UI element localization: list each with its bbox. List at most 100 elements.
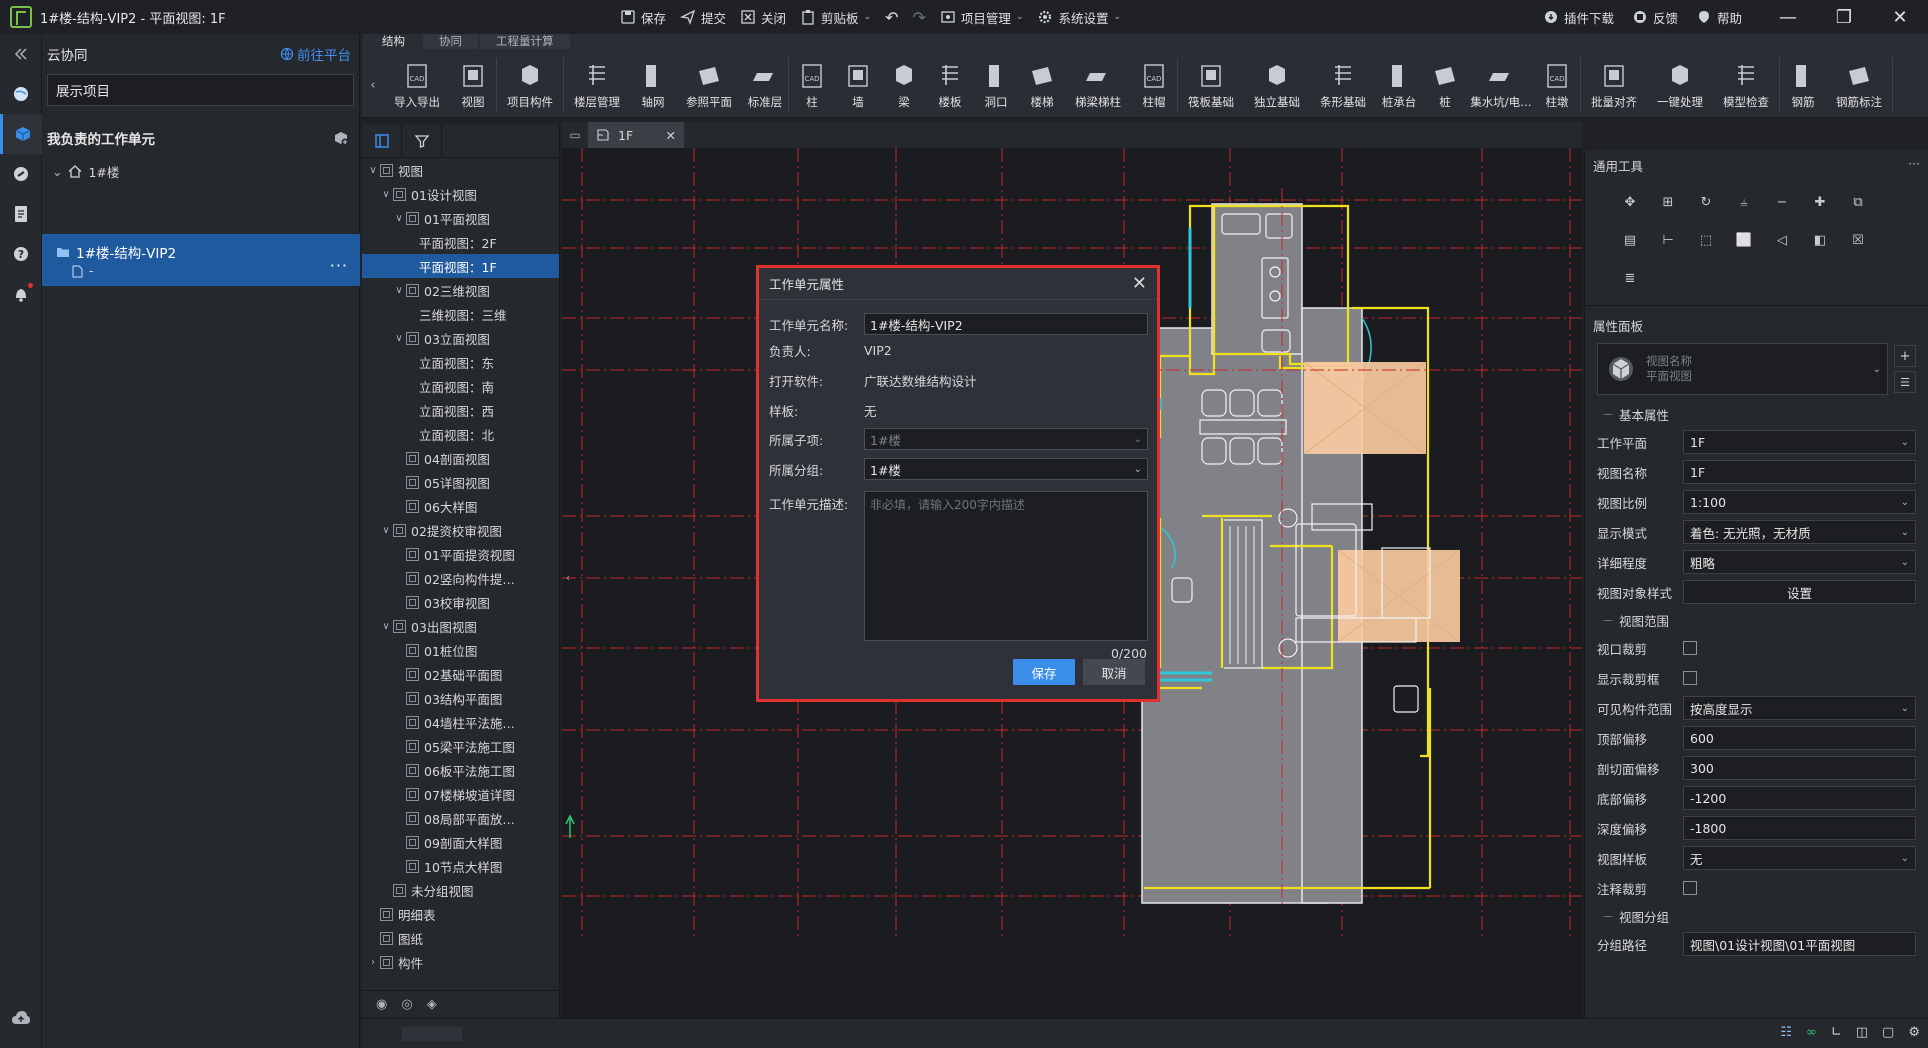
unit-name-input[interactable]: 1#楼-结构-VIP2 xyxy=(864,313,1148,335)
feedback-action[interactable]: 反馈 xyxy=(1632,8,1678,27)
snap-icon[interactable]: ☷ xyxy=(1780,1025,1792,1040)
ribbon-btn-4-1[interactable]: 独立基础 xyxy=(1244,54,1310,116)
cancel-button[interactable]: 取消 xyxy=(1083,659,1145,685)
ribbon-btn-3-3[interactable]: 楼板 xyxy=(927,54,973,116)
ribbon-btn-2-0[interactable]: 楼层管理 xyxy=(564,54,630,116)
ribbon-btn-6-1[interactable]: 钢筋标注 xyxy=(1826,54,1892,116)
collapse-panel-icon[interactable] xyxy=(0,34,42,74)
tree-item[interactable]: 未分组视图 xyxy=(362,878,559,902)
prop-input[interactable]: -1800 xyxy=(1683,816,1916,840)
tree-item[interactable]: ∨ 03立面视图 xyxy=(362,326,559,350)
tree-item[interactable]: ∨ 01平面视图 xyxy=(362,206,559,230)
close-window-button[interactable]: ✕ xyxy=(1872,0,1928,34)
prop-button[interactable]: 设置 xyxy=(1683,580,1916,604)
edit-type-icon[interactable]: ☰ xyxy=(1894,371,1916,393)
tree-item[interactable]: 平面视图：1F xyxy=(362,254,559,278)
chevron-down-icon[interactable]: ∨ xyxy=(379,189,393,200)
add-type-icon[interactable]: + xyxy=(1894,345,1916,367)
ribbon-btn-4-2[interactable]: 条形基础 xyxy=(1310,54,1376,116)
more-options-icon[interactable]: ··· xyxy=(330,256,348,275)
group-select[interactable]: 1#楼 ⌄ xyxy=(864,458,1148,480)
chevron-down-icon[interactable]: ∨ xyxy=(379,621,393,632)
tree-item[interactable]: ∨ 01设计视图 xyxy=(362,182,559,206)
ribbon-btn-2-1[interactable]: 轴网 xyxy=(630,54,676,116)
tree-item[interactable]: 04墙柱平法施… xyxy=(362,710,559,734)
cloud-upload-icon[interactable] xyxy=(0,998,42,1038)
ribbon-btn-0-0[interactable]: CAD 导入导出 xyxy=(384,54,450,116)
ribbon-btn-4-6[interactable]: CAD 柱墩 xyxy=(1534,54,1580,116)
common-tool-icon-6[interactable]: ⧉ xyxy=(1839,185,1877,219)
close-tab-icon[interactable]: ✕ xyxy=(666,128,676,143)
tree-item[interactable]: 06大样图 xyxy=(362,494,559,518)
tree-item[interactable]: 10节点大样图 xyxy=(362,854,559,878)
tree-item[interactable]: 明细表 xyxy=(362,902,559,926)
help-circle-icon[interactable]: ? xyxy=(0,234,42,274)
tree-item[interactable]: 09剖面大样图 xyxy=(362,830,559,854)
tree-item[interactable]: 04剖面视图 xyxy=(362,446,559,470)
ribbon-btn-4-5[interactable]: 集水坑/电… xyxy=(1468,54,1534,116)
project-selector[interactable]: 展示项目 xyxy=(47,74,354,106)
tree-item[interactable]: 01桩位图 xyxy=(362,638,559,662)
more-icon[interactable]: ··· xyxy=(1908,156,1920,175)
filter-icon[interactable] xyxy=(402,123,442,158)
ribbon-btn-5-2[interactable]: 模型检查 xyxy=(1713,54,1779,116)
common-tool-icon-2[interactable]: ↻ xyxy=(1687,185,1725,219)
common-tool-icon-4[interactable]: − xyxy=(1763,185,1801,219)
dialog-close-icon[interactable]: ✕ xyxy=(1132,273,1147,294)
eye-settings-icon[interactable]: ◈ xyxy=(427,997,437,1012)
common-tool-icon-3[interactable]: ⫨ xyxy=(1725,185,1763,219)
submit-action[interactable]: 提交 xyxy=(680,8,726,27)
tree-item[interactable]: 图纸 xyxy=(362,926,559,950)
tree-item[interactable]: 立面视图：南 xyxy=(362,374,559,398)
ortho-icon[interactable]: ∟ xyxy=(1831,1025,1842,1040)
prop-select[interactable]: 按高度显示 ⌄ xyxy=(1683,696,1916,720)
chevron-down-icon[interactable]: ∨ xyxy=(366,165,380,176)
save-button[interactable]: 保存 xyxy=(1013,659,1075,685)
common-tool-icon-10[interactable]: ⬜ xyxy=(1725,223,1763,257)
common-tool-icon-8[interactable]: ⊢ xyxy=(1649,223,1687,257)
minimize-button[interactable]: — xyxy=(1760,0,1816,34)
common-tool-icon-5[interactable]: ✚ xyxy=(1801,185,1839,219)
tree-item[interactable]: › 构件 xyxy=(362,950,559,974)
gear-action[interactable]: 系统设置 ⌄ xyxy=(1037,8,1121,27)
close-doc-action[interactable]: 关闭 xyxy=(740,8,786,27)
chevron-down-icon[interactable]: ∨ xyxy=(392,213,406,224)
ribbon-btn-2-2[interactable]: 参照平面 xyxy=(676,54,742,116)
panel-toggle-icon[interactable]: ▢ xyxy=(1882,1025,1894,1040)
bell-icon[interactable] xyxy=(0,274,42,314)
tree-item[interactable]: 02竖向构件提… xyxy=(362,566,559,590)
common-tool-icon-7[interactable]: ▤ xyxy=(1611,223,1649,257)
ribbon-btn-0-1[interactable]: 视图 xyxy=(450,54,496,116)
prop-checkbox[interactable] xyxy=(1683,671,1697,685)
ribbon-btn-4-4[interactable]: 桩 xyxy=(1422,54,1468,116)
collapse-tree-handle[interactable]: ‹ xyxy=(562,558,574,598)
chevron-down-icon[interactable]: ∨ xyxy=(392,285,406,296)
selected-work-unit[interactable]: 1#楼-结构-VIP2 - ··· xyxy=(42,234,360,286)
layer-icon[interactable]: ◫ xyxy=(1856,1025,1868,1040)
ribbon-scroll-left-icon[interactable]: ‹ xyxy=(362,54,384,116)
link-icon[interactable] xyxy=(0,154,42,194)
tree-item[interactable]: ∨ 03出图视图 xyxy=(362,614,559,638)
tree-item[interactable]: ∨ 02提资校审视图 xyxy=(362,518,559,542)
prop-select[interactable]: 粗略 ⌄ xyxy=(1683,550,1916,574)
globe-icon[interactable] xyxy=(0,74,42,114)
cube-icon[interactable] xyxy=(0,114,42,154)
tab-1f[interactable]: 1F ✕ xyxy=(588,122,684,148)
description-textarea[interactable]: 非必填，请输入200字内描述 xyxy=(864,491,1148,641)
common-tool-icon-1[interactable]: ⊞ xyxy=(1649,185,1687,219)
ribbon-btn-3-4[interactable]: 洞口 xyxy=(973,54,1019,116)
link-status-icon[interactable]: ∞ xyxy=(1806,1025,1817,1040)
tree-item[interactable]: 立面视图：北 xyxy=(362,422,559,446)
goto-platform-link[interactable]: 前往平台 xyxy=(280,44,351,64)
group-path-field[interactable]: 视图\01设计视图\01平面视图 xyxy=(1683,932,1916,956)
eye-filter-icon[interactable]: ◎ xyxy=(401,997,412,1012)
common-tool-icon-0[interactable]: ✥ xyxy=(1611,185,1649,219)
ribbon-btn-3-2[interactable]: 梁 xyxy=(881,54,927,116)
tree-item[interactable]: 立面视图：西 xyxy=(362,398,559,422)
tree-item[interactable]: 08局部平面放… xyxy=(362,806,559,830)
panel-layout-icon[interactable] xyxy=(362,123,402,158)
tab-list-icon[interactable]: ▭ xyxy=(562,128,588,142)
prop-select[interactable]: 1F ⌄ xyxy=(1683,430,1916,454)
settings-small-icon[interactable]: ⚙ xyxy=(1908,1025,1920,1040)
common-tool-icon-11[interactable]: ◁ xyxy=(1763,223,1801,257)
